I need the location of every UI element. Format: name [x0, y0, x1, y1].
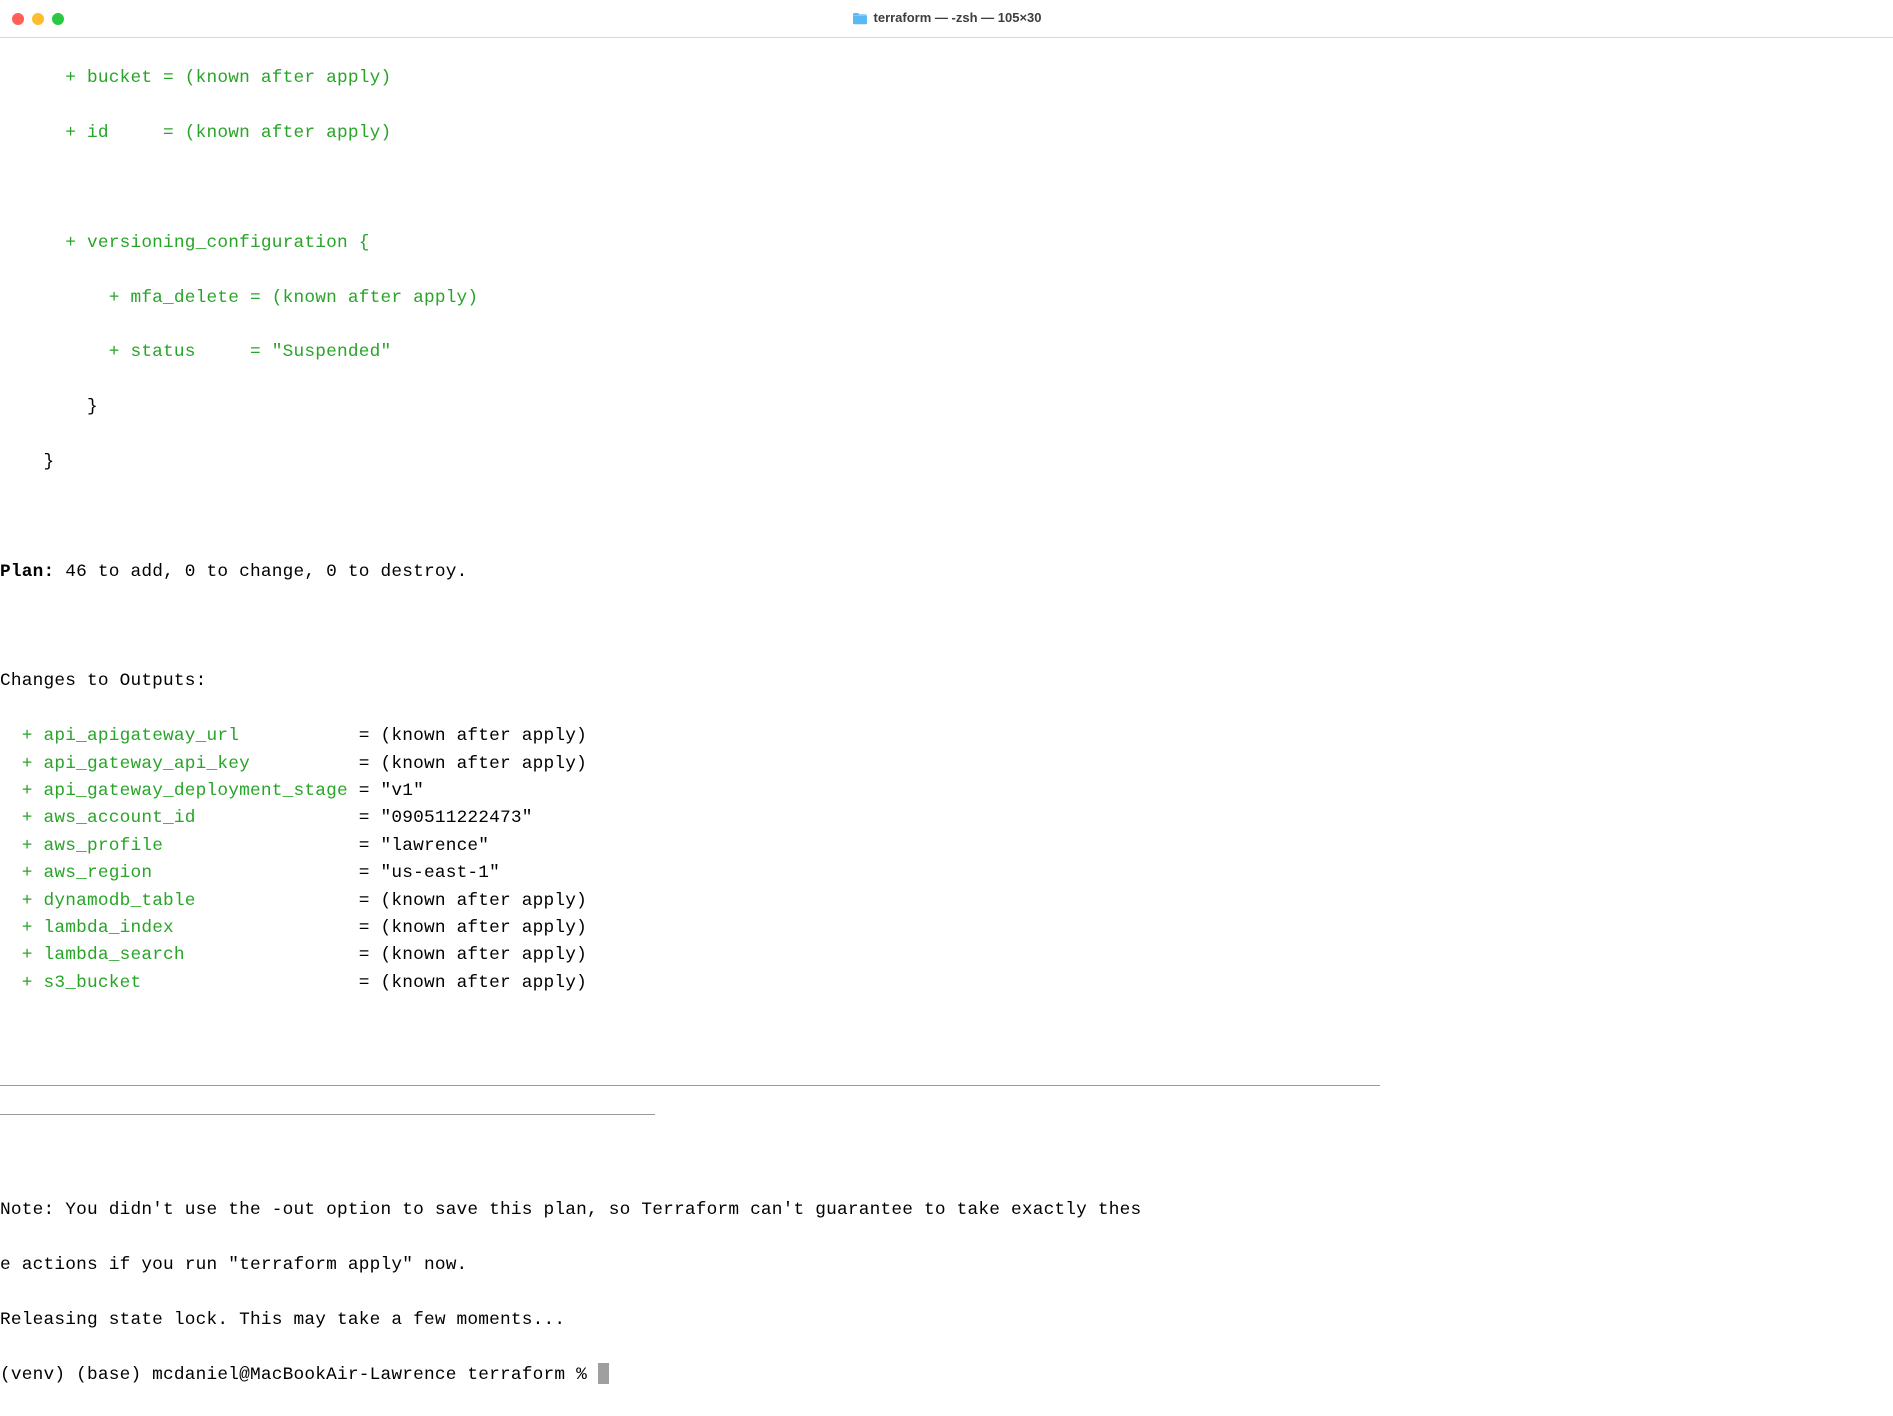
fullscreen-window-button[interactable]	[52, 13, 64, 25]
traffic-lights	[12, 13, 64, 25]
blank-line	[0, 504, 1893, 531]
prompt-text: (venv) (base) mcdaniel@MacBookAir-Lawren…	[0, 1365, 598, 1385]
prompt-line[interactable]: (venv) (base) mcdaniel@MacBookAir-Lawren…	[0, 1362, 1893, 1389]
folder-icon	[852, 12, 868, 25]
output-line: + api_gateway_deployment_stage = "v1"	[0, 778, 1893, 805]
plan-line: + bucket = (known after apply)	[0, 65, 1893, 92]
window-title: terraform — -zsh — 105×30	[852, 8, 1042, 28]
plan-line: + status = "Suspended"	[0, 339, 1893, 366]
output-line: + api_gateway_api_key = (known after app…	[0, 751, 1893, 778]
divider	[0, 1114, 655, 1115]
outputs-header: Changes to Outputs:	[0, 668, 1893, 695]
titlebar: terraform — -zsh — 105×30	[0, 0, 1893, 38]
plan-line: + versioning_configuration {	[0, 230, 1893, 257]
plan-line: + id = (known after apply)	[0, 120, 1893, 147]
blank-line	[0, 1025, 1893, 1052]
note-line: Note: You didn't use the -out option to …	[0, 1197, 1893, 1224]
releasing-line: Releasing state lock. This may take a fe…	[0, 1307, 1893, 1334]
output-line: + lambda_index = (known after apply)	[0, 915, 1893, 942]
plan-summary: Plan: 46 to add, 0 to change, 0 to destr…	[0, 559, 1893, 586]
blank-line	[0, 1142, 1893, 1169]
blank-line	[0, 614, 1893, 641]
plan-line: }	[0, 394, 1893, 421]
output-line: + aws_account_id = "090511222473"	[0, 805, 1893, 832]
minimize-window-button[interactable]	[32, 13, 44, 25]
close-window-button[interactable]	[12, 13, 24, 25]
output-line: + aws_profile = "lawrence"	[0, 833, 1893, 860]
window-title-text: terraform — -zsh — 105×30	[874, 8, 1042, 28]
terminal-content[interactable]: + bucket = (known after apply) + id = (k…	[0, 38, 1893, 1416]
output-line: + api_apigateway_url = (known after appl…	[0, 723, 1893, 750]
divider	[0, 1085, 1380, 1086]
output-line: + aws_region = "us-east-1"	[0, 860, 1893, 887]
note-line: e actions if you run "terraform apply" n…	[0, 1252, 1893, 1279]
output-line: + s3_bucket = (known after apply)	[0, 970, 1893, 997]
plan-line	[0, 175, 1893, 202]
plan-line: }	[0, 449, 1893, 476]
plan-line: + mfa_delete = (known after apply)	[0, 285, 1893, 312]
output-line: + lambda_search = (known after apply)	[0, 942, 1893, 969]
output-line: + dynamodb_table = (known after apply)	[0, 888, 1893, 915]
cursor	[598, 1363, 609, 1384]
